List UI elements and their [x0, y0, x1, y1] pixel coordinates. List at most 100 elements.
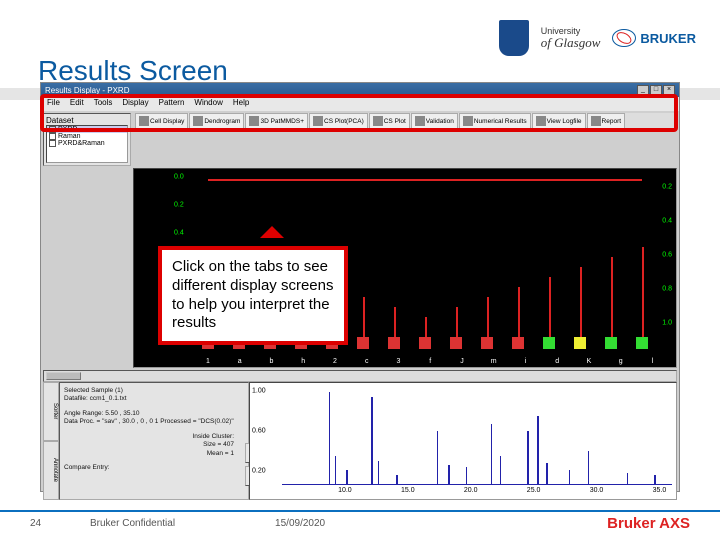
menu-display[interactable]: Display [122, 98, 148, 110]
tab-numerical-results[interactable]: Numerical Results [459, 113, 531, 128]
dataset-label-text: PXRD&Raman [58, 140, 105, 147]
y-tick: 0.0 [174, 174, 184, 181]
menu-window[interactable]: Window [194, 98, 222, 110]
chart-peak [396, 475, 398, 485]
dendro-x-label: h [301, 358, 305, 365]
dendro-leaf[interactable] [512, 337, 524, 349]
dendro-x-label: K [587, 358, 592, 365]
dendro-leaf[interactable] [388, 337, 400, 349]
window-titlebar[interactable]: Results Display - PXRD _ □ × [41, 83, 679, 97]
chart-peak [491, 424, 493, 485]
dendro-x-label: J [460, 358, 464, 365]
tab-dendrogram[interactable]: Dendrogram [189, 113, 244, 128]
dataset-panel: Dataset PXRDRamanPXRD&Raman [43, 113, 131, 166]
dataset-list[interactable]: PXRDRamanPXRD&Raman [46, 125, 128, 163]
dendro-x-label: 2 [333, 358, 337, 365]
chart-peak [546, 463, 548, 485]
tab-label: View Logfile [547, 118, 582, 125]
dendro-x-label: 3 [397, 358, 401, 365]
chart-peak [500, 456, 502, 485]
dendro-leaf[interactable] [574, 337, 586, 349]
vtab-annotate[interactable]: Annotate [43, 441, 59, 500]
dendro-leaf[interactable] [450, 337, 462, 349]
dataset-item[interactable]: Raman [47, 133, 127, 140]
footer-rule [0, 510, 720, 512]
chart-x-tick: 25.0 [527, 487, 541, 494]
dataset-item[interactable]: PXRD [47, 126, 127, 133]
menu-help[interactable]: Help [233, 98, 249, 110]
footer-date: 15/09/2020 [275, 518, 325, 529]
maximize-button[interactable]: □ [650, 85, 662, 95]
footer-brand1: Bruker [607, 515, 655, 532]
dendro-leaf[interactable] [636, 337, 648, 349]
minimize-button[interactable]: _ [637, 85, 649, 95]
dendro-x-label: b [270, 358, 274, 365]
y-tick: 0.2 [174, 202, 184, 209]
chart-y-tick: 0.60 [252, 428, 266, 435]
angle-range: Angle Range: 5.50 , 35.10 [64, 410, 244, 418]
tab-icon [373, 116, 383, 126]
tab-cs-plot-pca-[interactable]: CS Plot(PCA) [309, 113, 368, 128]
chart-peak [527, 431, 529, 485]
dataset-label-text: Raman [58, 133, 81, 140]
dendro-leaf[interactable] [357, 337, 369, 349]
chart-peak [569, 470, 571, 485]
y2-tick: 0.6 [648, 252, 672, 259]
chart-peak [346, 470, 348, 485]
chart-peak [537, 416, 539, 485]
dendro-x-label: f [429, 358, 431, 365]
tab-label: 3D PatMMDS+ [260, 118, 304, 125]
tab-icon [249, 116, 259, 126]
tab-bar: Cell DisplayDendrogram 3D PatMMDS+ CS Plot… [133, 111, 679, 168]
horizontal-scrollbar[interactable] [43, 370, 677, 382]
dataset-label: Dataset [46, 116, 128, 125]
tab-view-logfile[interactable]: View Logfile [532, 113, 586, 128]
chart-peak [329, 392, 331, 485]
dendro-x-label: l [652, 358, 654, 365]
close-button[interactable]: × [663, 85, 675, 95]
chart-peak [448, 465, 450, 485]
checkbox-icon[interactable] [49, 126, 56, 133]
tab-cs-plot[interactable]: CS Plot [369, 113, 410, 128]
tab-label: Validation [426, 118, 454, 125]
bruker-logo: BRUKER [612, 29, 696, 47]
menu-bar[interactable]: File Edit Tools Display Pattern Window Help [41, 97, 679, 111]
tab-label: CS Plot [384, 118, 406, 125]
checkbox-icon[interactable] [49, 133, 56, 140]
tab-icon [536, 116, 546, 126]
glasgow-logo-text: University of Glasgow [541, 27, 601, 49]
pattern-chart[interactable]: 1.000.600.20 10.015.020.025.030.035.0 [249, 382, 677, 500]
tab-report[interactable]: Report [587, 113, 626, 128]
tab-label: CS Plot(PCA) [324, 118, 364, 125]
dendro-leaf[interactable] [419, 337, 431, 349]
chart-y-tick: 1.00 [252, 388, 266, 395]
dataset-item[interactable]: PXRD&Raman [47, 140, 127, 147]
vtab-sorter[interactable]: Sorter [43, 382, 59, 441]
dendro-leaf[interactable] [605, 337, 617, 349]
tab-icon [193, 116, 203, 126]
chart-peak [378, 461, 380, 486]
tab-validation[interactable]: Validation [411, 113, 458, 128]
tab-icon [415, 116, 425, 126]
y2-tick: 1.0 [648, 320, 672, 327]
menu-edit[interactable]: Edit [70, 98, 84, 110]
checkbox-icon[interactable] [49, 140, 56, 147]
menu-tools[interactable]: Tools [94, 98, 113, 110]
dendro-leaf[interactable] [543, 337, 555, 349]
chart-peak [371, 397, 373, 485]
tab-cell-display[interactable]: Cell Display [135, 113, 188, 128]
footer-bruker-logo: Bruker AXS [607, 515, 690, 532]
scroll-thumb[interactable] [46, 372, 81, 380]
menu-file[interactable]: File [47, 98, 60, 110]
y-tick: 0.4 [174, 230, 184, 237]
page-number: 24 [30, 518, 60, 529]
results-window: Results Display - PXRD _ □ × File Edit Too… [40, 82, 680, 492]
tab--d-patmmds-[interactable]: 3D PatMMDS+ [245, 113, 308, 128]
chart-x-tick: 10.0 [338, 487, 352, 494]
chart-peak [588, 451, 590, 485]
chart-x-tick: 15.0 [401, 487, 415, 494]
chart-peak [466, 467, 468, 485]
dendro-leaf[interactable] [481, 337, 493, 349]
menu-pattern[interactable]: Pattern [159, 98, 185, 110]
cluster-mean: Mean = 1 [64, 450, 234, 458]
